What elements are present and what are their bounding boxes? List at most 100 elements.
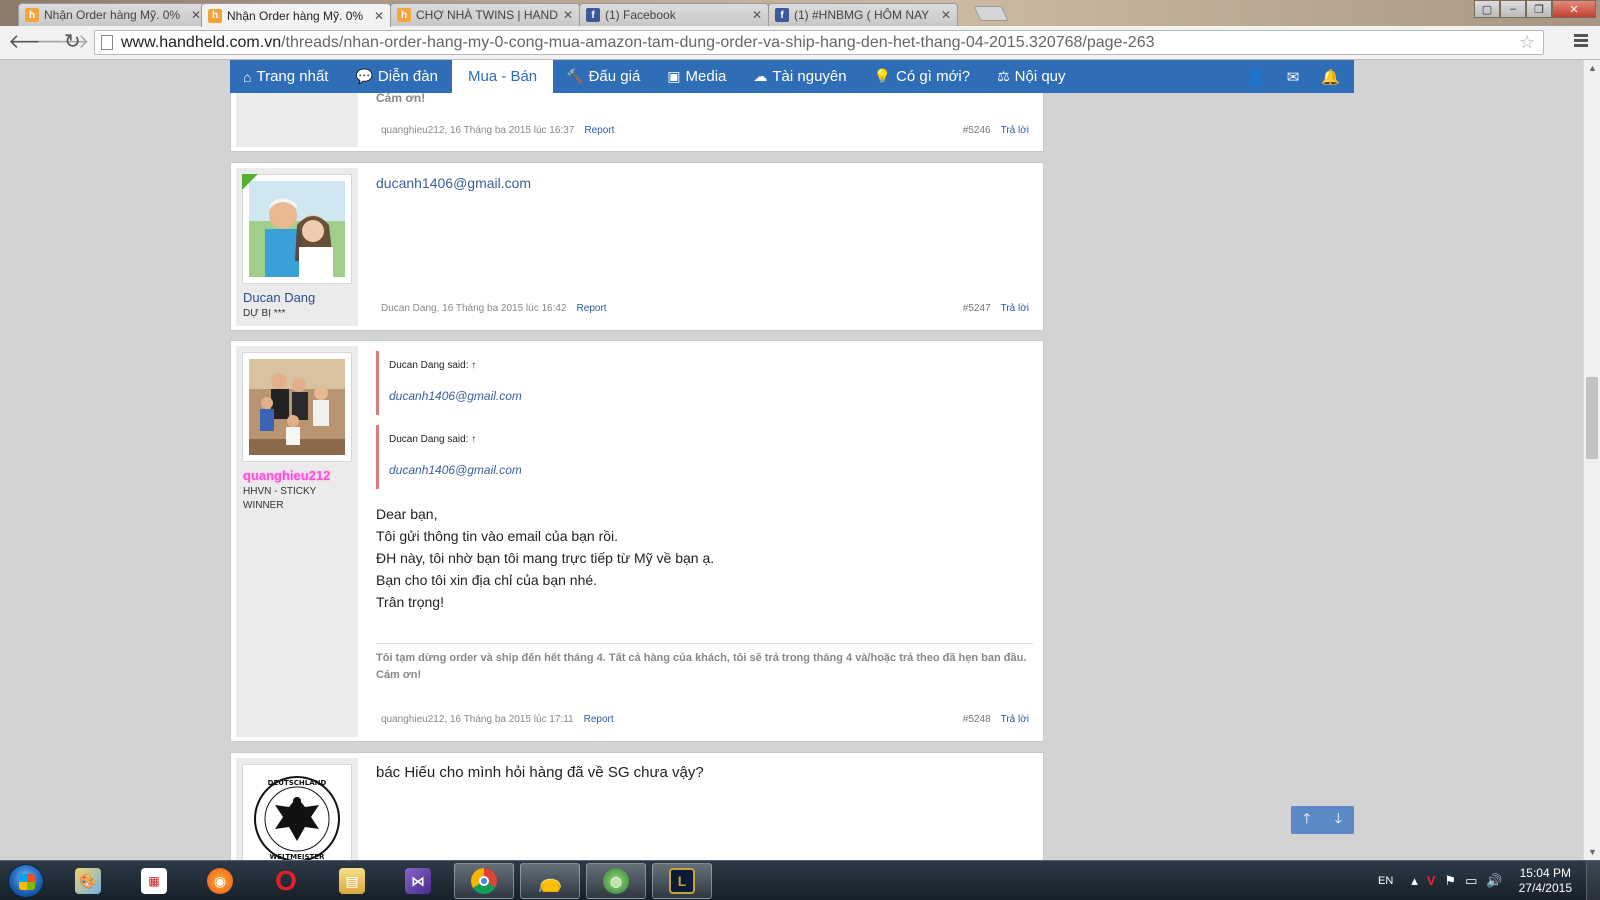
report-link[interactable]: Report [584,125,614,136]
avatar [249,181,345,277]
nav-item-media[interactable]: ▣ Media [654,60,740,93]
post-date[interactable]: 16 Tháng ba 2015 lúc 16:37 [450,125,574,136]
league-of-legends-icon: L [669,868,695,894]
taskbar-app-active[interactable]: L [652,863,712,899]
scroll-down-arrow-icon[interactable]: ▼ [1588,847,1597,857]
taskbar-app[interactable]: O [256,863,316,899]
visual-studio-icon: ⋈ [405,868,431,894]
user-icon[interactable]: 👤 [1246,68,1265,86]
user-info-pane: quanghieu212 HHVN - STICKY WINNER [236,346,358,737]
avatar-frame[interactable] [242,352,352,462]
reload-icon[interactable]: ↻ [64,32,81,52]
avatar-frame[interactable] [242,174,352,284]
nav-item-rules[interactable]: ⚖ Nội quy [984,60,1079,93]
antivirus-icon[interactable]: V [1427,873,1436,889]
restore-icon[interactable]: ❐ [1526,0,1552,18]
browser-tab[interactable]: f (1) Facebook ✕ [579,3,769,26]
forward-arrow-icon[interactable]: 🡒 [36,32,90,52]
network-icon[interactable]: ▭ [1465,873,1477,889]
bell-icon[interactable]: 🔔 [1321,68,1340,86]
scroll-up-arrow-icon[interactable]: ▲ [1588,63,1597,73]
close-tab-icon[interactable]: ✕ [752,8,762,22]
nav-item-resources[interactable]: ☁ Tài nguyên [740,60,860,93]
show-hidden-icons-icon[interactable]: ▴ [1411,873,1418,889]
taskbar-app-active[interactable]: 👝 [520,863,580,899]
new-tab-button[interactable] [973,6,1009,21]
scroll-up-icon[interactable]: 🡑 [1291,806,1323,834]
taskbar-app[interactable]: ▦ [124,863,184,899]
nav-item-home[interactable]: ⌂ Trang nhất [230,60,342,93]
firefox-icon: ◉ [207,868,233,894]
forum-post: DEUTSCHLAND WELTMEISTER bác Hiếu cho mìn… [230,752,1044,860]
report-link[interactable]: Report [584,714,614,725]
clock-date: 27/4/2015 [1518,881,1572,895]
post-date[interactable]: 16 Tháng ba 2015 lúc 17:11 [450,714,574,725]
post-username[interactable]: quanghieu212 [243,468,358,483]
close-tab-icon[interactable]: ✕ [941,8,951,22]
mail-icon[interactable]: ✉ [1287,68,1300,86]
taskbar-app[interactable]: ▤ [322,863,382,899]
user-profile-icon[interactable]: ▢ [1474,0,1500,18]
reply-link[interactable]: Trả lời [1001,303,1029,314]
handheld-favicon-icon: h [208,8,222,23]
browser-tab[interactable]: h Nhận Order hàng Mỹ. 0% ✕ [18,3,208,26]
post-author-date[interactable]: quanghieu212, 16 Tháng ba 2015 lúc 17:11 [381,714,574,725]
tab-title: Nhận Order hàng Mỹ. 0% [227,8,364,23]
post-number[interactable]: #5248 [963,714,991,725]
quote-text[interactable]: ducanh1406@gmail.com [389,385,1033,407]
taskbar-app[interactable]: 🎨 [58,863,118,899]
explorer-folder-icon: ▤ [339,868,365,894]
chrome-menu-icon[interactable] [1574,34,1588,49]
scrollbar-thumb[interactable] [1586,377,1598,459]
svg-text:DEUTSCHLAND: DEUTSCHLAND [268,779,327,787]
page-scrollbar[interactable]: ▲ ▼ [1583,60,1600,860]
quote-attribution[interactable]: Ducan Dang said: ↑ [389,429,1033,451]
post-author[interactable]: Ducan Dang [381,303,437,314]
close-tab-icon[interactable]: ✕ [563,8,573,22]
start-button-icon[interactable] [8,864,44,898]
report-link[interactable]: Report [577,303,607,314]
post-number[interactable]: #5247 [963,303,991,314]
browser-tab[interactable]: f (1) #HNBMG ( HÔM NAY ✕ [768,3,958,26]
taskbar-app-active[interactable]: ◍ [586,863,646,899]
post-username[interactable]: Ducan Dang [243,290,358,305]
minimize-icon[interactable]: – [1500,0,1526,18]
close-tab-icon[interactable]: ✕ [191,8,201,22]
quote-text[interactable]: ducanh1406@gmail.com [389,459,1033,481]
post-author[interactable]: quanghieu212 [381,125,444,136]
post-author-date[interactable]: Ducan Dang, 16 Tháng ba 2015 lúc 16:42 [381,303,567,314]
nav-label: Đấu giá [588,68,641,85]
tab-title: CHỢ NHÀ TWINS | HAND [416,8,558,22]
post-author-date[interactable]: quanghieu212, 16 Tháng ba 2015 lúc 16:37 [381,125,574,136]
reply-link[interactable]: Trả lời [1001,714,1029,725]
signature-text: Tôi tạm dừng order và ship đến hết tháng… [376,643,1033,684]
close-window-icon[interactable]: ✕ [1552,0,1596,18]
browser-tab-active[interactable]: h Nhận Order hàng Mỹ. 0% ✕ [201,3,391,27]
facebook-favicon-icon: f [586,8,600,22]
reply-link[interactable]: Trả lời [1001,125,1029,136]
quote-attribution[interactable]: Ducan Dang said: ↑ [389,355,1033,377]
nav-item-buy-sell[interactable]: Mua - Bán [451,60,554,93]
avatar-frame[interactable]: DEUTSCHLAND WELTMEISTER [242,764,352,860]
action-center-icon[interactable]: ⚑ [1444,873,1456,889]
nav-item-auction[interactable]: 🔨 Đấu giá [553,60,654,93]
nav-item-forum[interactable]: 💬 Diễn đàn [342,60,451,93]
nav-item-whats-new[interactable]: 💡 Có gì mới? [861,60,984,93]
post-number[interactable]: #5246 [963,125,991,136]
url-path: /threads/nhan-order-hang-my-0-cong-mua-a… [281,33,1155,51]
email-link[interactable]: ducanh1406@gmail.com [376,175,531,191]
taskbar-app-active[interactable] [454,863,514,899]
browser-tab[interactable]: h CHỢ NHÀ TWINS | HAND ✕ [390,3,580,26]
bookmark-star-icon[interactable]: ☆ [1519,32,1535,53]
volume-icon[interactable]: 🔊 [1486,873,1502,889]
language-indicator[interactable]: EN [1378,875,1393,887]
post-date[interactable]: 16 Tháng ba 2015 lúc 16:42 [442,303,566,314]
clock[interactable]: 15:04 PM 27/4/2015 [1519,866,1572,896]
post-author[interactable]: quanghieu212 [381,714,444,725]
address-bar[interactable]: www.handheld.com.vn/threads/nhan-order-h… [94,30,1544,55]
scroll-down-icon[interactable]: 🡓 [1323,806,1355,834]
taskbar-app[interactable]: ◉ [190,863,250,899]
show-desktop-button[interactable] [1586,861,1600,900]
close-tab-icon[interactable]: ✕ [374,9,384,23]
taskbar-app[interactable]: ⋈ [388,863,448,899]
